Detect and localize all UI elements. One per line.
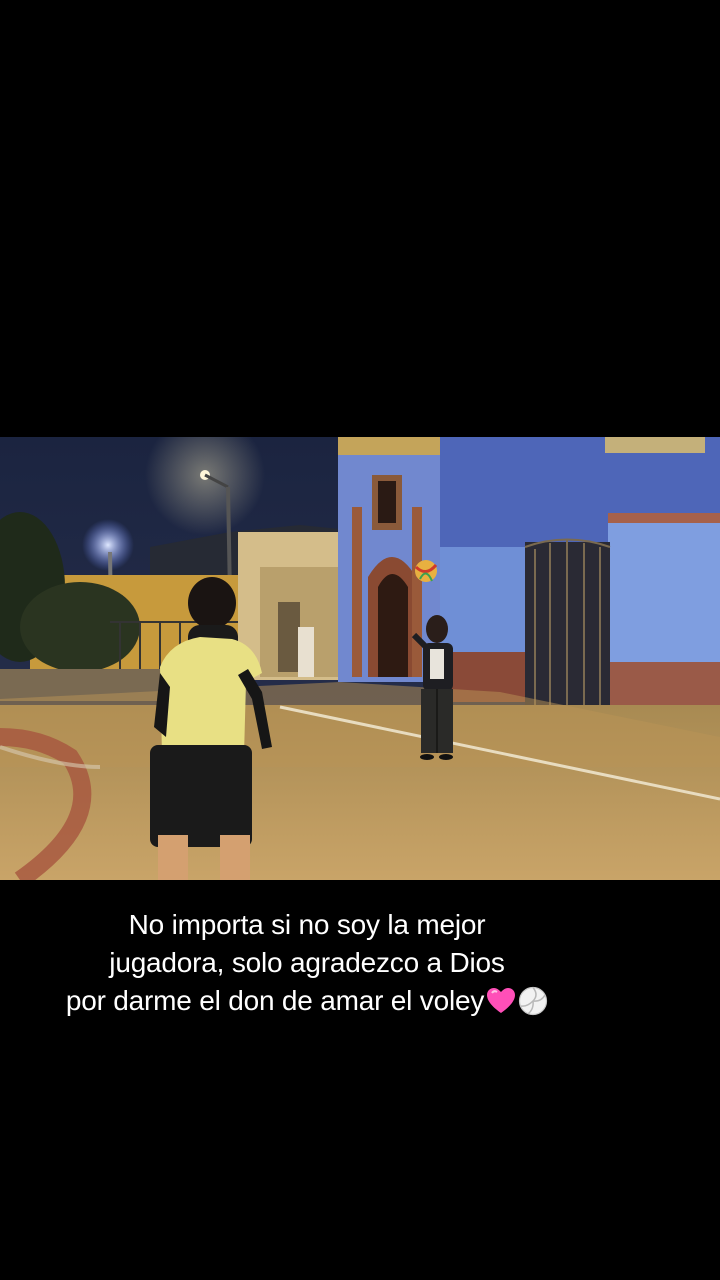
pink-heart-icon [486,987,516,1015]
video-screen: No importa si no soy la mejor jugadora, … [0,0,720,1280]
caption-line-1: No importa si no soy la mejor [128,909,486,940]
caption-line-2: jugadora, solo agradezco a Dios [109,947,505,978]
video-caption: No importa si no soy la mejor jugadora, … [0,906,614,1020]
video-frame[interactable] [0,437,720,880]
volleyball-icon [518,986,548,1016]
caption-line-3: por darme el don de amar el voley [0,982,614,1020]
night-street-scene [0,437,720,880]
caption-line-3-text: por darme el don de amar el voley [65,985,485,1016]
